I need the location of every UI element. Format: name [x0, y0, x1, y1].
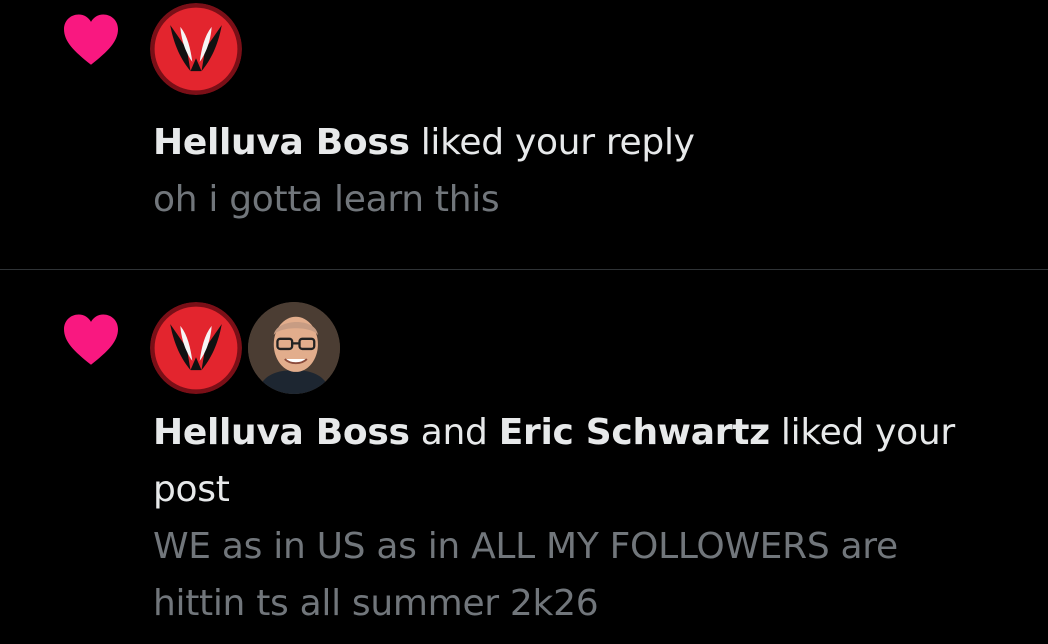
notification-text: Helluva Boss liked your reply oh i gotta… — [153, 114, 988, 228]
actor-name[interactable]: Eric Schwartz — [499, 412, 770, 453]
joiner-text: and — [420, 412, 488, 453]
actor-name[interactable]: Helluva Boss — [153, 122, 410, 163]
heart-icon — [64, 14, 118, 65]
helluva-boss-avatar[interactable] — [150, 3, 242, 95]
notification-item[interactable]: Helluva Boss liked your reply oh i gotta… — [0, 0, 1048, 269]
helluva-boss-avatar[interactable] — [150, 302, 242, 394]
post-preview[interactable]: oh i gotta learn this — [153, 171, 988, 228]
post-preview[interactable]: WE as in US as in ALL MY FOLLOWERS are h… — [153, 518, 988, 632]
actor-name[interactable]: Helluva Boss — [153, 412, 410, 453]
eric-schwartz-avatar[interactable] — [248, 302, 340, 394]
heart-icon — [64, 314, 118, 365]
notification-text: Helluva Boss and Eric Schwartz liked you… — [153, 404, 988, 632]
action-text: liked your reply — [420, 122, 695, 163]
notification-item[interactable]: Helluva Boss and Eric Schwartz liked you… — [0, 270, 1048, 644]
